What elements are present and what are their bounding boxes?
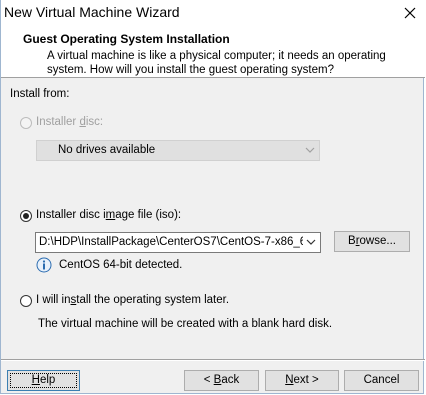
label-part: Installer disc i [36, 209, 106, 221]
button-label-part: elp [39, 374, 56, 386]
detected-os-text: CentOS 64-bit detected. [59, 259, 183, 271]
installer-disc-label: Installer disc: [36, 116, 103, 128]
page-title: Guest Operating System Installation [23, 32, 230, 46]
window-title: New Virtual Machine Wizard [4, 4, 180, 20]
button-accelerator: N [285, 374, 294, 386]
label-accelerator: m [105, 209, 116, 221]
iso-file-radio[interactable] [20, 210, 32, 222]
chevron-down-icon [305, 147, 315, 153]
label-part: I will in [36, 294, 71, 306]
button-label-part: ext > [293, 374, 319, 386]
footer-divider [1, 359, 425, 361]
cancel-button[interactable]: Cancel [344, 370, 419, 391]
page-description: A virtual machine is like a physical com… [47, 49, 417, 77]
chevron-down-icon[interactable] [306, 238, 316, 246]
wizard-header: Guest Operating System Installation A vi… [1, 26, 425, 78]
title-bar[interactable]: New Virtual Machine Wizard [1, 0, 425, 26]
disc-drive-dropdown[interactable]: No drives available [36, 140, 320, 161]
label-part: tall the operating system later. [76, 294, 230, 306]
disc-drive-value: No drives available [58, 144, 156, 156]
iso-path-combobox[interactable]: D:\HDP\InstallPackage\CenterOS7\CentOS-7… [35, 232, 321, 253]
label-part: Installer [36, 116, 80, 128]
info-icon [36, 257, 52, 273]
next-button[interactable]: Next > [265, 370, 339, 391]
button-label-part: < [203, 374, 214, 386]
button-accelerator: H [31, 374, 40, 386]
button-label-part: owse... [359, 235, 396, 247]
page-description-line: system. How will you install the guest o… [47, 64, 334, 76]
install-later-label: I will install the operating system late… [36, 294, 229, 306]
iso-path-value[interactable]: D:\HDP\InstallPackage\CenterOS7\CentOS-7… [39, 236, 303, 248]
page-description-line: A virtual machine is like a physical com… [47, 50, 386, 62]
close-button[interactable] [395, 0, 425, 26]
installer-disc-radio[interactable] [20, 117, 32, 129]
back-button[interactable]: < Back [184, 370, 259, 391]
install-from-label: Install from: [10, 88, 70, 100]
label-part: isc: [85, 116, 104, 128]
label-part: age file (iso): [115, 209, 182, 221]
close-icon [404, 7, 416, 19]
install-later-note: The virtual machine will be created with… [38, 318, 333, 330]
button-label-part: ack [221, 374, 240, 386]
help-button[interactable]: Help [7, 370, 80, 391]
button-label-part: B [348, 235, 356, 247]
iso-file-label: Installer disc image file (iso): [36, 209, 181, 221]
install-later-radio[interactable] [20, 295, 32, 307]
wizard-window: New Virtual Machine Wizard Guest Operati… [0, 0, 425, 394]
browse-button[interactable]: Browse... [334, 231, 410, 252]
